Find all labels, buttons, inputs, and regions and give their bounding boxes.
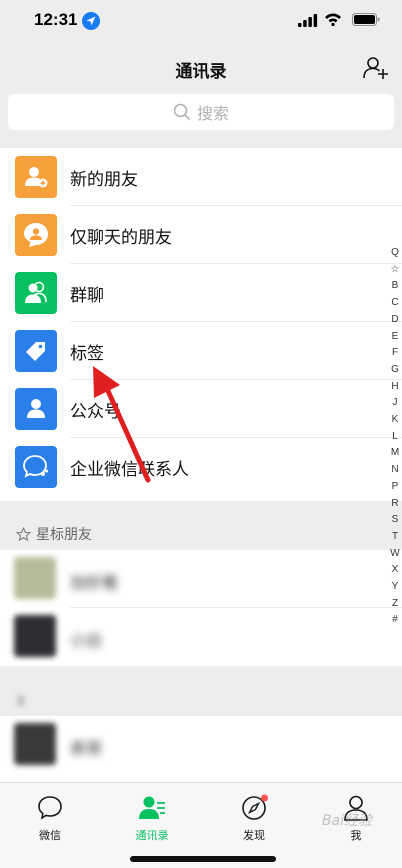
function-list: 新的朋友 仅聊天的朋友 群聊 标签 公众号 企业微信联系人 bbox=[0, 148, 402, 501]
index-letter[interactable]: F bbox=[392, 345, 398, 362]
contact-row[interactable]: 表哥 bbox=[0, 716, 402, 774]
index-letter[interactable]: N bbox=[391, 462, 398, 479]
battery-icon bbox=[352, 13, 380, 26]
entry-new-friends[interactable]: 新的朋友 bbox=[0, 148, 402, 206]
index-letter[interactable]: Q bbox=[391, 245, 399, 262]
index-letter[interactable]: Z bbox=[392, 596, 398, 613]
status-bar: 12:31 bbox=[0, 0, 402, 44]
add-friend-icon[interactable] bbox=[362, 54, 390, 82]
alphabet-index-bar[interactable]: Q ☆ B C D E F G H J K L M N P R S T W X Y Z # bbox=[388, 245, 402, 629]
group-chat-icon bbox=[15, 272, 57, 314]
contact-name: 加好看 bbox=[70, 573, 119, 592]
entry-label: 标签 bbox=[70, 344, 104, 364]
wecom-icon bbox=[15, 446, 57, 488]
entry-tags[interactable]: 标签 bbox=[0, 322, 402, 380]
contact-name: 表哥 bbox=[70, 739, 103, 758]
avatar bbox=[14, 615, 56, 657]
search-placeholder: 搜索 bbox=[196, 104, 229, 123]
index-letter[interactable]: C bbox=[391, 295, 398, 312]
index-letter[interactable]: T bbox=[392, 529, 398, 546]
location-arrow-icon bbox=[82, 12, 100, 30]
contacts-icon bbox=[139, 796, 165, 819]
index-letter[interactable]: D bbox=[391, 312, 398, 329]
entry-label: 群聊 bbox=[70, 286, 104, 306]
tab-discover[interactable]: 发现 bbox=[214, 793, 294, 843]
chat-bubble-icon bbox=[38, 796, 62, 820]
index-letter[interactable]: P bbox=[392, 479, 399, 496]
avatar bbox=[14, 723, 56, 765]
alpha-section-header: X bbox=[16, 694, 26, 710]
index-letter[interactable]: K bbox=[392, 412, 399, 429]
entry-group-chats[interactable]: 群聊 bbox=[0, 264, 402, 322]
tab-contacts[interactable]: 通讯录 bbox=[112, 793, 192, 843]
wifi-icon bbox=[325, 13, 341, 26]
chat-only-icon bbox=[15, 214, 57, 256]
contacts-list: 表哥 bbox=[0, 716, 402, 782]
compass-icon bbox=[242, 794, 268, 820]
page-title: 通讯录 bbox=[175, 62, 227, 82]
entry-wecom-contacts[interactable]: 企业微信联系人 bbox=[0, 438, 402, 496]
contact-name: 小白 bbox=[70, 631, 103, 650]
search-input[interactable]: 搜索 bbox=[8, 94, 394, 130]
index-letter[interactable]: # bbox=[392, 612, 398, 629]
contact-row[interactable]: 小白 bbox=[0, 608, 402, 666]
tab-label: 通讯录 bbox=[135, 829, 169, 842]
tab-label: 发现 bbox=[243, 829, 265, 842]
index-letter[interactable]: R bbox=[391, 496, 398, 513]
star-icon bbox=[16, 526, 31, 541]
index-letter[interactable]: E bbox=[392, 329, 399, 346]
home-indicator bbox=[130, 856, 276, 862]
search-icon bbox=[173, 103, 191, 121]
contact-row[interactable]: 加好看 bbox=[0, 550, 402, 608]
tag-icon bbox=[15, 330, 57, 372]
index-letter[interactable]: Y bbox=[392, 579, 399, 596]
entry-chat-only-friends[interactable]: 仅聊天的朋友 bbox=[0, 206, 402, 264]
index-letter[interactable]: W bbox=[390, 546, 399, 563]
official-account-icon bbox=[15, 388, 57, 430]
entry-label: 新的朋友 bbox=[70, 170, 138, 190]
index-letter[interactable]: J bbox=[393, 395, 398, 412]
entry-label: 企业微信联系人 bbox=[70, 460, 189, 480]
signal-icon bbox=[298, 14, 318, 27]
index-letter[interactable]: M bbox=[391, 445, 399, 462]
index-letter[interactable]: B bbox=[392, 278, 399, 295]
index-letter[interactable]: H bbox=[391, 379, 398, 396]
nav-bar: 通讯录 bbox=[0, 44, 402, 90]
entry-official-accounts[interactable]: 公众号 bbox=[0, 380, 402, 438]
index-letter[interactable]: G bbox=[391, 362, 399, 379]
tab-label: 微信 bbox=[39, 829, 61, 842]
starred-section-title: 星标朋友 bbox=[36, 527, 92, 543]
starred-section-header: 星标朋友 bbox=[16, 524, 92, 544]
index-letter[interactable]: ☆ bbox=[391, 262, 400, 279]
watermark: Bai经验 bbox=[321, 813, 372, 829]
avatar bbox=[14, 557, 56, 599]
starred-contacts-list: 加好看 小白 bbox=[0, 550, 402, 666]
entry-label: 仅聊天的朋友 bbox=[70, 228, 172, 248]
index-letter[interactable]: S bbox=[392, 512, 399, 529]
new-friend-icon bbox=[15, 156, 57, 198]
index-letter[interactable]: X bbox=[392, 562, 399, 579]
index-letter[interactable]: L bbox=[392, 429, 398, 446]
status-time: 12:31 bbox=[34, 10, 78, 29]
entry-label: 公众号 bbox=[70, 402, 121, 422]
tab-chats[interactable]: 微信 bbox=[10, 793, 90, 843]
